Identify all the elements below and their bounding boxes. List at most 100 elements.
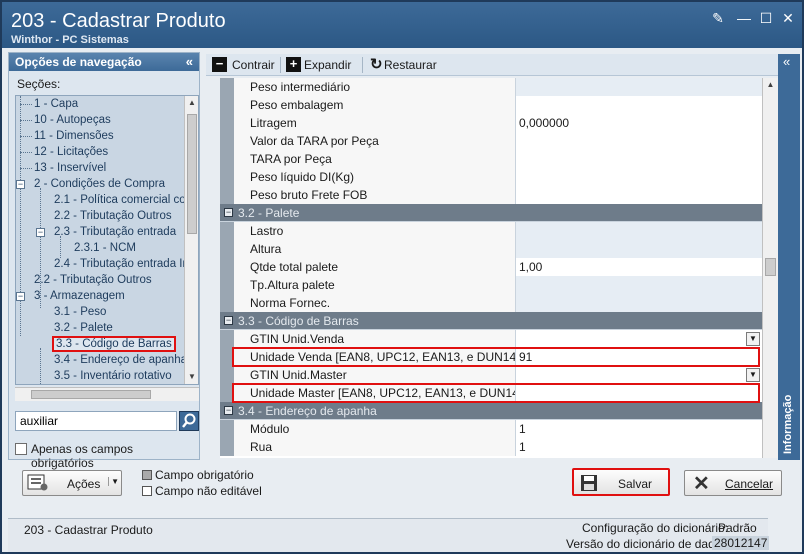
tree-item-codigo-barras[interactable]: 3.3 - Código de Barras bbox=[52, 336, 176, 352]
search-button[interactable] bbox=[179, 411, 199, 431]
row-value[interactable] bbox=[516, 240, 762, 258]
grid-scroll-thumb[interactable] bbox=[765, 258, 776, 276]
row-value[interactable] bbox=[516, 186, 762, 204]
grid-toolbar: − Contrair + Expandir ↻ Restaurar bbox=[206, 54, 778, 76]
row-value[interactable]: 1,00 bbox=[516, 258, 762, 276]
tree-hscrollbar[interactable] bbox=[15, 387, 199, 401]
tree-item-endereco-apanha[interactable]: 3.4 - Endereço de apanha bbox=[54, 352, 187, 368]
grid-scrollbar[interactable]: ▲ bbox=[762, 78, 778, 458]
tree-collapse-icon[interactable]: − bbox=[16, 180, 25, 189]
grid-row[interactable]: GTIN Unid.Venda ▼ bbox=[220, 330, 762, 348]
row-label: Peso bruto Frete FOB bbox=[234, 186, 516, 204]
scroll-down-icon[interactable]: ▼ bbox=[185, 370, 198, 384]
tree-item-ncm[interactable]: 2.3.1 - NCM bbox=[74, 240, 136, 256]
collapse-all-button[interactable]: − Contrair bbox=[212, 57, 276, 73]
section-collapse-icon[interactable]: − bbox=[224, 406, 233, 415]
dropdown-arrow-icon[interactable]: ▼ bbox=[746, 368, 760, 382]
grid-row[interactable]: Peso intermediário bbox=[220, 78, 762, 96]
scroll-thumb[interactable] bbox=[187, 114, 197, 234]
collapse-panel-icon[interactable]: « bbox=[186, 54, 193, 69]
search-input[interactable] bbox=[15, 411, 177, 431]
tree-item-peso[interactable]: 3.1 - Peso bbox=[54, 304, 106, 320]
tree-item-inventario-rotativo[interactable]: 3.5 - Inventário rotativo bbox=[54, 368, 172, 384]
scroll-up-icon[interactable]: ▲ bbox=[185, 96, 198, 110]
row-value[interactable] bbox=[516, 276, 762, 294]
grid-row[interactable]: Qtde total palete 1,00 bbox=[220, 258, 762, 276]
hscroll-thumb[interactable] bbox=[31, 390, 151, 399]
tree-item-politica-comercial[interactable]: 2.1 - Política comercial comp bbox=[54, 192, 198, 208]
tree-scrollbar[interactable]: ▲ ▼ bbox=[184, 96, 198, 384]
expand-panel-icon[interactable]: « bbox=[783, 54, 790, 69]
grid-row[interactable]: Valor da TARA por Peça bbox=[220, 132, 762, 150]
grid-row[interactable]: Peso líquido DI(Kg) bbox=[220, 168, 762, 186]
grid-row[interactable]: TARA por Peça bbox=[220, 150, 762, 168]
tree-item-condicoes-compra[interactable]: 2 - Condições de Compra bbox=[34, 176, 165, 192]
tree-item-tributacao-entrada-in[interactable]: 2.4 - Tributação entrada In bbox=[54, 256, 189, 272]
row-value[interactable] bbox=[516, 294, 762, 312]
grid-row[interactable]: Litragem 0,000000 bbox=[220, 114, 762, 132]
scroll-up-icon[interactable]: ▲ bbox=[763, 78, 778, 92]
grid-row[interactable]: Lastro bbox=[220, 222, 762, 240]
section-collapse-icon[interactable]: − bbox=[224, 208, 233, 217]
tree-collapse-icon[interactable]: − bbox=[16, 292, 25, 301]
grid-row[interactable]: Peso embalagem bbox=[220, 96, 762, 114]
section-header-palete[interactable]: − 3.2 - Palete bbox=[220, 204, 762, 222]
row-label: Peso líquido DI(Kg) bbox=[234, 168, 516, 186]
row-value[interactable] bbox=[516, 168, 762, 186]
section-header-endereco[interactable]: − 3.4 - Endereço de apanha bbox=[220, 402, 762, 420]
row-value[interactable] bbox=[516, 96, 762, 114]
row-value[interactable] bbox=[516, 78, 762, 96]
tree-item-tributacao-outros[interactable]: 2.2 - Tributação Outros bbox=[54, 208, 172, 224]
highlight-unidade-venda bbox=[232, 347, 760, 367]
row-value[interactable] bbox=[516, 132, 762, 150]
save-button[interactable]: Salvar bbox=[572, 468, 670, 496]
maximize-icon[interactable]: ☐ bbox=[758, 10, 774, 26]
dict-version-label: Versão do dicionário de dados: bbox=[566, 537, 731, 551]
tree-collapse-icon[interactable]: − bbox=[36, 228, 45, 237]
actions-dropdown-icon[interactable]: ▼ bbox=[108, 477, 119, 486]
tree-item-inservivel[interactable]: 13 - Inservível bbox=[34, 160, 106, 176]
expand-all-button[interactable]: + Expandir bbox=[286, 57, 356, 73]
row-label: Norma Fornec. bbox=[234, 294, 516, 312]
row-value[interactable]: 1 bbox=[516, 438, 762, 456]
section-collapse-icon[interactable]: − bbox=[224, 316, 233, 325]
grid-row[interactable]: Tp.Altura palete bbox=[220, 276, 762, 294]
not-editable-swatch bbox=[142, 486, 152, 496]
row-gutter bbox=[220, 222, 234, 240]
actions-button[interactable]: Ações ▼ bbox=[22, 470, 122, 496]
grid-row[interactable]: Módulo 1 bbox=[220, 420, 762, 438]
row-gutter bbox=[220, 420, 234, 438]
dropdown-arrow-icon[interactable]: ▼ bbox=[746, 332, 760, 346]
row-label: Peso intermediário bbox=[234, 78, 516, 96]
info-side-panel[interactable]: « Informação bbox=[778, 54, 800, 460]
tree-item-dimensoes[interactable]: 11 - Dimensões bbox=[34, 128, 114, 144]
row-value[interactable] bbox=[516, 150, 762, 168]
row-value[interactable]: 0,000000 bbox=[516, 114, 762, 132]
required-only-checkbox[interactable] bbox=[15, 443, 27, 455]
row-gutter bbox=[220, 132, 234, 150]
grid-row[interactable]: Norma Fornec. bbox=[220, 294, 762, 312]
tree-item-palete[interactable]: 3.2 - Palete bbox=[54, 320, 113, 336]
tree-item-tributacao-entrada[interactable]: 2.3 - Tributação entrada bbox=[54, 224, 176, 240]
row-value[interactable]: 1 bbox=[516, 420, 762, 438]
row-value[interactable] bbox=[516, 222, 762, 240]
edit-icon[interactable]: ✎ bbox=[710, 10, 726, 26]
tree-item-armazenagem[interactable]: 3 - Armazenagem bbox=[34, 288, 125, 304]
tree-item-licitacoes[interactable]: 12 - Licitações bbox=[34, 144, 108, 160]
grid-row[interactable]: GTIN Unid.Master ▼ bbox=[220, 366, 762, 384]
tree-item-capa[interactable]: 1 - Capa bbox=[34, 96, 78, 112]
minimize-icon[interactable]: — bbox=[736, 10, 752, 26]
row-value[interactable] bbox=[516, 330, 762, 348]
restore-button[interactable]: ↻ Restaurar bbox=[370, 57, 450, 73]
close-icon[interactable]: ✕ bbox=[780, 10, 796, 26]
tree-item-tributacao-outros-2[interactable]: 2.2 - Tributação Outros bbox=[34, 272, 152, 288]
cancel-button[interactable]: ✕ Cancelar bbox=[684, 470, 782, 496]
tree-item-autopecas[interactable]: 10 - Autopeças bbox=[34, 112, 111, 128]
navigation-header: Opções de navegação « bbox=[9, 53, 199, 71]
grid-row[interactable]: Rua 1 bbox=[220, 438, 762, 456]
row-label: Módulo bbox=[234, 420, 516, 438]
row-value[interactable] bbox=[516, 366, 762, 384]
section-header-codigo-barras[interactable]: − 3.3 - Código de Barras bbox=[220, 312, 762, 330]
grid-row[interactable]: Peso bruto Frete FOB bbox=[220, 186, 762, 204]
grid-row[interactable]: Altura bbox=[220, 240, 762, 258]
